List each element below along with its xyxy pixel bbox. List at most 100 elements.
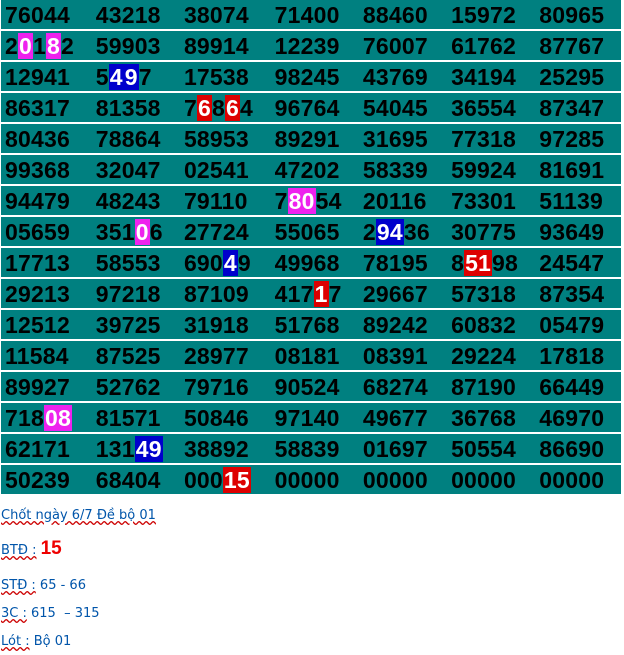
grid-cell: 58839 (270, 433, 359, 465)
digits: 94479 (5, 188, 70, 214)
grid-cell: 85198 (447, 247, 536, 279)
grid-cell: 76864 (179, 92, 271, 124)
grid-cell: 93649 (535, 216, 621, 248)
bac-label: 3C : (1, 606, 27, 621)
digits: 51139 (539, 188, 603, 214)
grid-cell: 27724 (179, 216, 271, 248)
std-label: STĐ : (1, 578, 36, 593)
highlighted-digits: 8 (46, 33, 61, 59)
digits: 66449 (539, 374, 605, 400)
digits: 55065 (274, 219, 340, 245)
grid-cell: 54045 (358, 92, 448, 124)
highlighted-digits: 15 (222, 467, 251, 493)
grid-cell: 73301 (447, 185, 536, 217)
digits: 690 (183, 250, 223, 276)
grid-cell: 20182 (1, 30, 92, 62)
digits: 80436 (5, 126, 70, 152)
digits: 58839 (274, 436, 340, 462)
digits: 36 (403, 219, 430, 245)
grid-row: 12512 39725 31918 51768 89242 60832 05479 (1, 309, 621, 341)
digits: 52762 (95, 374, 161, 400)
grid-cell: 11584 (1, 340, 92, 372)
digits: 2 (61, 33, 74, 59)
std-value: 65 - 66 (39, 578, 86, 593)
digits: 17818 (539, 343, 605, 369)
digits: 05659 (5, 219, 70, 245)
digits: 2 (362, 219, 376, 245)
digits: 87347 (539, 95, 605, 121)
digits: 08181 (274, 343, 340, 369)
grid-cell: 28977 (179, 340, 271, 372)
digits: 97140 (274, 405, 340, 431)
grid-cell: 12239 (270, 30, 359, 62)
grid-cell: 88460 (358, 0, 448, 31)
digits: 02541 (183, 157, 249, 183)
digits: 29224 (451, 343, 517, 369)
digits: 87109 (183, 281, 249, 307)
grid-cell: 80436 (1, 123, 92, 155)
grid-cell: 29436 (358, 216, 448, 248)
btd-label: BTĐ : (1, 543, 37, 558)
grid-cell: 05479 (535, 309, 621, 341)
digits: 77318 (451, 126, 517, 152)
grid-cell: 47202 (270, 154, 359, 186)
digits: 718 (5, 405, 44, 431)
grid-cell: 25295 (535, 61, 621, 93)
highlighted-digits: 49 (134, 436, 163, 462)
grid-row: 86317 81358 76864 96764 54045 36554 87347 (1, 92, 621, 124)
number-grid: 76044 43218 38074 71400 88460 15972 80965 20182… (1, 0, 621, 496)
grid-cell: 87190 (447, 371, 536, 403)
digits: 12941 (5, 64, 70, 90)
grid-cell: 94479 (1, 185, 92, 217)
grid-row: 99368 32047 02541 47202 58339 59924 81691 (1, 154, 621, 186)
digits: 50239 (5, 467, 70, 493)
digits: 38074 (183, 2, 249, 28)
digits: 87354 (539, 281, 605, 307)
grid-cell: 46970 (535, 402, 621, 434)
digits: 12239 (274, 33, 340, 59)
digits: 47202 (274, 157, 340, 183)
grid-cell: 78054 (270, 185, 359, 217)
digits: 9 (237, 250, 251, 276)
grid-cell: 87109 (179, 278, 271, 310)
digits: 71400 (274, 2, 340, 28)
digits: 01697 (362, 436, 428, 462)
grid-cell: 58553 (91, 247, 180, 279)
grid-cell: 13149 (91, 433, 180, 465)
highlighted-digits: 6 (196, 95, 212, 121)
digits: 68404 (95, 467, 161, 493)
digits: 417 (274, 281, 314, 307)
digits: 76044 (5, 2, 70, 28)
digits: 48243 (95, 188, 161, 214)
grid-row: 29213 97218 87109 41717 29667 57318 87354 (1, 278, 621, 310)
digits: 79110 (183, 188, 248, 214)
grid-cell: 49677 (358, 402, 448, 434)
grid-cell: 79716 (179, 371, 271, 403)
digits: 89242 (362, 312, 428, 338)
digits: 17713 (5, 250, 70, 276)
grid-row: 71808 81571 50846 97140 49677 36768 46970 (1, 402, 621, 434)
highlighted-digits: 4 (108, 64, 124, 90)
grid-cell: 57318 (447, 278, 536, 310)
digits: 49968 (274, 250, 340, 276)
digits: 97218 (95, 281, 161, 307)
grid-cell: 00015 (179, 464, 271, 496)
grid-row: 17713 58553 69049 49968 78195 85198 24547 (1, 247, 621, 279)
digits: 98 (492, 250, 519, 276)
grid-cell: 17713 (1, 247, 92, 279)
digits: 27724 (183, 219, 249, 245)
digits: 87525 (95, 343, 161, 369)
grid-row: 11584 87525 28977 08181 08391 29224 17818 (1, 340, 621, 372)
grid-cell: 38074 (179, 0, 271, 31)
grid-cell: 51139 (535, 185, 621, 217)
grid-cell: 34194 (447, 61, 536, 93)
grid-cell: 55065 (270, 216, 359, 248)
digits: 58339 (362, 157, 428, 183)
grid-cell: 29213 (1, 278, 92, 310)
grid-cell: 29667 (358, 278, 448, 310)
digits: 54 (315, 188, 342, 214)
digits: 79716 (183, 374, 249, 400)
grid-cell: 43218 (91, 0, 180, 31)
grid-cell: 00000 (447, 464, 536, 496)
grid-cell: 81358 (91, 92, 180, 124)
